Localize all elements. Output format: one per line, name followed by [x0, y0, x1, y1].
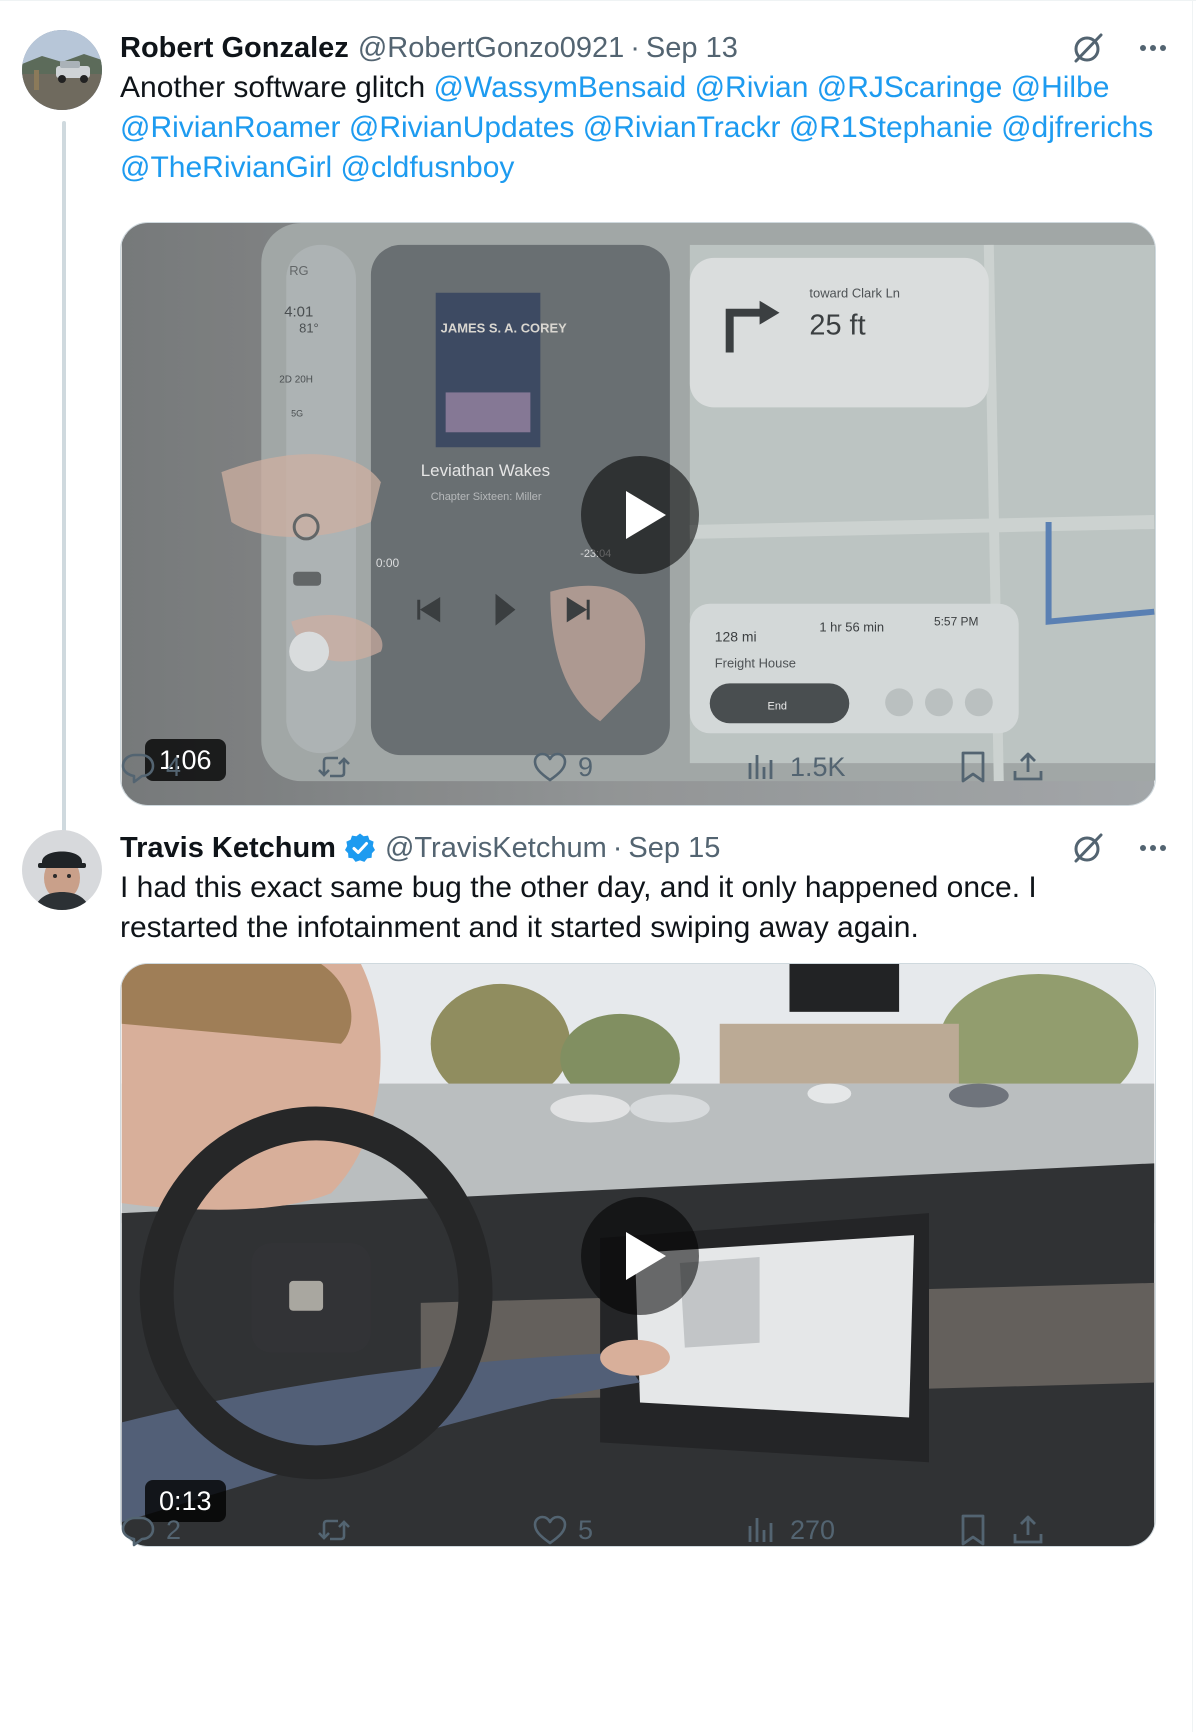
reply-count: 4	[166, 751, 182, 782]
play-button[interactable]	[581, 456, 699, 574]
repost-icon	[318, 1519, 350, 1541]
view-count: 1.5K	[790, 751, 846, 782]
like-button[interactable]: 5	[532, 1508, 593, 1552]
repost-button[interactable]	[316, 1508, 362, 1552]
separator-dot: ·	[612, 831, 623, 864]
tweet-text: I had this exact same bug the other day,…	[120, 871, 1037, 944]
mention-link[interactable]: @cldfusnboy	[341, 151, 515, 184]
conversation-timeline: Robert Gonzalez @RobertGonzo0921 · Sep 1…	[0, 0, 1196, 1732]
bookmark-icon	[961, 751, 985, 783]
views-button[interactable]: 1.5K	[744, 745, 846, 789]
author-name[interactable]: Travis Ketchum	[120, 832, 336, 865]
reply-button[interactable]: 4	[120, 745, 181, 789]
avatar[interactable]	[22, 830, 102, 910]
mention-link[interactable]: @RivianRoamer	[120, 111, 341, 144]
more-icon[interactable]	[1136, 831, 1170, 865]
like-icon	[533, 1515, 567, 1545]
view-count: 270	[790, 1514, 836, 1545]
avatar-photo	[22, 30, 102, 110]
repost-icon	[318, 756, 350, 778]
grok-icon[interactable]	[1070, 830, 1106, 866]
avatar[interactable]	[22, 30, 102, 110]
grok-icon[interactable]	[1070, 30, 1106, 66]
right-divider	[1192, 0, 1193, 1732]
mention-link[interactable]: @WassymBensaid	[434, 71, 687, 104]
tweet-date[interactable]: Sep 13	[646, 32, 738, 65]
play-icon	[626, 491, 666, 539]
mention-link[interactable]: @Hilbe	[1011, 71, 1110, 104]
reply-icon	[121, 1516, 155, 1547]
author-name[interactable]: Robert Gonzalez	[120, 32, 349, 65]
views-icon	[748, 755, 773, 779]
separator-dot: ·	[630, 31, 640, 64]
like-icon	[533, 752, 567, 782]
author-handle[interactable]: @RobertGonzo0921	[358, 32, 624, 65]
tweet-text-body: Another software glitch	[120, 71, 434, 104]
mention-link[interactable]: @djfrerichs	[1001, 111, 1153, 144]
tweet-text: Another software glitch @WassymBensaid @…	[120, 68, 1162, 188]
reply-icon	[121, 753, 155, 784]
mention-link[interactable]: @RivianTrackr	[583, 111, 781, 144]
tweet-date[interactable]: Sep 15	[628, 832, 720, 865]
mention-link[interactable]: @RJScaringe	[817, 71, 1003, 104]
tweet-travis-ketchum[interactable]: Travis Ketchum @TravisKetchum · Sep 15 I…	[0, 820, 1192, 1732]
play-button[interactable]	[581, 1197, 699, 1315]
share-button[interactable]	[1010, 745, 1046, 789]
author-handle[interactable]: @TravisKetchum	[385, 832, 607, 865]
tweet-actions: 4 9 1.5K	[120, 745, 1160, 789]
more-icon[interactable]	[1136, 31, 1170, 65]
share-icon	[1013, 752, 1043, 781]
bookmark-button[interactable]	[955, 1508, 991, 1552]
share-icon	[1013, 1515, 1043, 1544]
header-actions	[1070, 830, 1170, 866]
reply-count: 2	[166, 1514, 182, 1545]
views-icon	[748, 1518, 773, 1542]
header-actions	[1070, 30, 1170, 66]
tweet-header: Travis Ketchum @TravisKetchum · Sep 15	[120, 828, 1170, 868]
video-player[interactable]: 0:13	[120, 963, 1156, 1547]
play-icon	[626, 1232, 666, 1280]
mention-link[interactable]: @Rivian	[695, 71, 809, 104]
verified-badge-icon[interactable]	[344, 832, 376, 864]
bookmark-button[interactable]	[955, 745, 991, 789]
views-button[interactable]: 270	[744, 1508, 835, 1552]
like-count: 5	[578, 1514, 594, 1545]
repost-button[interactable]	[316, 745, 362, 789]
tweet-actions: 2 5 270	[120, 1508, 1160, 1552]
mention-link[interactable]: @RivianUpdates	[349, 111, 575, 144]
reply-button[interactable]: 2	[120, 1508, 181, 1552]
like-count: 9	[578, 751, 594, 782]
share-button[interactable]	[1010, 1508, 1046, 1552]
mention-link[interactable]: @TheRivianGirl	[120, 151, 332, 184]
like-button[interactable]: 9	[532, 745, 593, 789]
video-player[interactable]: RG 4:01 81° 2D 20H 5G JAMES S. A. COREY …	[120, 222, 1156, 806]
bookmark-icon	[961, 1514, 985, 1546]
avatar-photo	[22, 830, 102, 910]
tweet-header: Robert Gonzalez @RobertGonzo0921 · Sep 1…	[120, 28, 1170, 68]
mention-link[interactable]: @R1Stephanie	[789, 111, 993, 144]
tweet-robert-gonzalez[interactable]: Robert Gonzalez @RobertGonzo0921 · Sep 1…	[0, 0, 1192, 820]
